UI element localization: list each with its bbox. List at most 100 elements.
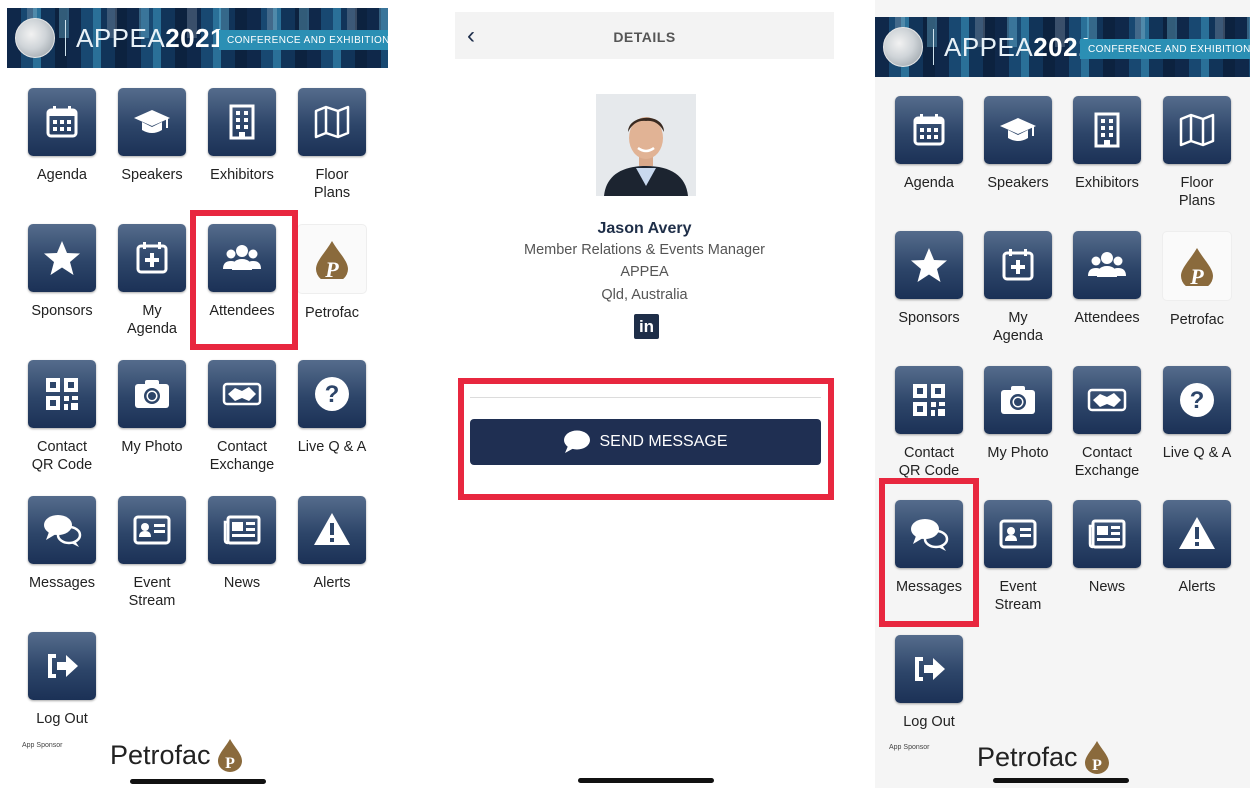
camera-icon [118, 360, 186, 428]
question-icon: ? [298, 360, 366, 428]
menu-tile-label: Sponsors [898, 310, 960, 326]
petrofac-wordmark: Petrofac [110, 739, 211, 770]
star-icon [895, 231, 963, 299]
banner-tagline: CONFERENCE AND EXHIBITION [219, 30, 388, 50]
appea-globe-logo [15, 18, 55, 58]
menu-tile-label: Log Out [903, 714, 955, 730]
map-icon [1163, 96, 1231, 164]
menu-tile-logout-right[interactable]: Log Out [884, 635, 974, 731]
home-indicator-right [993, 778, 1129, 783]
menu-tile-petrofac-logo-right[interactable]: P Petrofac [1152, 231, 1242, 329]
menu-tile-newspaper-right[interactable]: News [1062, 500, 1152, 596]
qr-code-icon [895, 366, 963, 434]
menu-tile-chat-bubbles[interactable]: Messages [17, 496, 107, 592]
menu-tile-building[interactable]: Exhibitors [197, 88, 287, 184]
menu-tile-warning-right[interactable]: Alerts [1152, 500, 1242, 596]
menu-tile-label: Live Q & A [297, 439, 367, 455]
handshake-icon [1073, 366, 1141, 434]
menu-tile-question-right[interactable]: ? Live Q & A [1152, 366, 1242, 462]
home-indicator [130, 779, 266, 784]
attendee-company: APPEA [620, 264, 669, 280]
chat-bubbles-icon [28, 496, 96, 564]
menu-tile-question[interactable]: ? Live Q & A [287, 360, 377, 456]
app-sponsor-caption-right: App Sponsor [889, 744, 930, 751]
warning-icon [1163, 500, 1231, 568]
menu-tile-warning[interactable]: Alerts [287, 496, 377, 592]
petrofac-wordmark-right: Petrofac [977, 741, 1078, 772]
menu-tile-label: Alerts [1178, 579, 1216, 595]
menu-tile-graduation-cap-right[interactable]: Speakers [973, 96, 1063, 192]
graduation-cap-icon [984, 96, 1052, 164]
petrofac-drop-icon-right: P [1084, 741, 1109, 774]
menu-tile-id-card-right[interactable]: Event Stream [973, 500, 1063, 614]
calendar-plus-icon [118, 224, 186, 292]
svg-text:?: ? [325, 381, 340, 408]
menu-tile-calendar-plus-right[interactable]: My Agenda [973, 231, 1063, 345]
menu-tile-camera-right[interactable]: My Photo [973, 366, 1063, 462]
graduation-cap-icon [118, 88, 186, 156]
appea-globe-logo-right [883, 27, 923, 67]
svg-text:P: P [324, 257, 339, 279]
menu-tile-calendar-right[interactable]: Agenda [884, 96, 974, 192]
menu-tile-label: Event Stream [994, 579, 1042, 613]
menu-tile-qr-code-right[interactable]: Contact QR Code [884, 366, 974, 480]
warning-icon [298, 496, 366, 564]
menu-tile-label: Contact QR Code [31, 439, 93, 473]
svg-text:P: P [225, 755, 235, 772]
brand-text-right: APPEA2021 [944, 31, 1094, 62]
menu-tile-calendar[interactable]: Agenda [17, 88, 107, 184]
menu-tile-label: My Photo [121, 439, 183, 455]
menu-tile-label: News [223, 575, 261, 591]
highlight-send-message [458, 378, 834, 500]
menu-tile-label: Log Out [36, 711, 88, 727]
menu-tile-petrofac-logo[interactable]: P Petrofac [287, 224, 377, 322]
linkedin-icon[interactable]: in [634, 314, 659, 339]
appea-banner: APPEA2021 CONFERENCE AND EXHIBITION [7, 8, 388, 68]
logout-icon [895, 635, 963, 703]
menu-tile-handshake-right[interactable]: Contact Exchange [1062, 366, 1152, 480]
menu-tile-building-right[interactable]: Exhibitors [1062, 96, 1152, 192]
menu-tile-newspaper[interactable]: News [197, 496, 287, 592]
menu-tile-label: Petrofac [1170, 312, 1224, 328]
menu-tile-star[interactable]: Sponsors [17, 224, 107, 320]
menu-tile-handshake[interactable]: Contact Exchange [197, 360, 287, 474]
petrofac-logo-icon: P [1162, 231, 1232, 301]
camera-icon [984, 366, 1052, 434]
home-indicator-middle [578, 778, 714, 783]
attendee-role: Member Relations & Events Manager [524, 242, 765, 258]
menu-tile-calendar-plus[interactable]: My Agenda [107, 224, 197, 338]
menu-tile-qr-code[interactable]: Contact QR Code [17, 360, 107, 474]
menu-tile-logout[interactable]: Log Out [17, 632, 107, 728]
qr-code-icon [28, 360, 96, 428]
petrofac-drop-icon: P [217, 739, 242, 772]
highlight-attendees [190, 210, 298, 350]
petrofac-sponsor-logo[interactable]: Petrofac P [110, 738, 243, 772]
calendar-icon [28, 88, 96, 156]
menu-tile-label: Event Stream [128, 575, 176, 609]
menu-tile-label: Exhibitors [210, 167, 274, 183]
menu-tile-graduation-cap[interactable]: Speakers [107, 88, 197, 184]
star-icon [28, 224, 96, 292]
svg-text:P: P [1189, 264, 1204, 286]
question-icon: ? [1163, 366, 1231, 434]
menu-tile-map-right[interactable]: Floor Plans [1152, 96, 1242, 210]
users-icon [1073, 231, 1141, 299]
menu-tile-map[interactable]: Floor Plans [287, 88, 377, 202]
menu-tile-label: Petrofac [305, 305, 359, 321]
newspaper-icon [1073, 500, 1141, 568]
handshake-icon [208, 360, 276, 428]
menu-tile-id-card[interactable]: Event Stream [107, 496, 197, 610]
menu-tile-camera[interactable]: My Photo [107, 360, 197, 456]
menu-screen-left: APPEA2021 CONFERENCE AND EXHIBITION Agen… [0, 0, 400, 788]
menu-tile-users-right[interactable]: Attendees [1062, 231, 1152, 327]
map-icon [298, 88, 366, 156]
petrofac-sponsor-logo-right[interactable]: Petrofac P [977, 740, 1110, 774]
details-header: ‹ DETAILS [455, 12, 834, 59]
menu-tile-star-right[interactable]: Sponsors [884, 231, 974, 327]
petrofac-logo-icon: P [297, 224, 367, 294]
menu-tile-label: Contact Exchange [209, 439, 275, 473]
highlight-messages [879, 478, 979, 627]
menu-tile-label: Speakers [121, 167, 183, 183]
menu-tile-label: Contact QR Code [898, 445, 960, 479]
menu-tile-label: Floor Plans [313, 167, 351, 201]
